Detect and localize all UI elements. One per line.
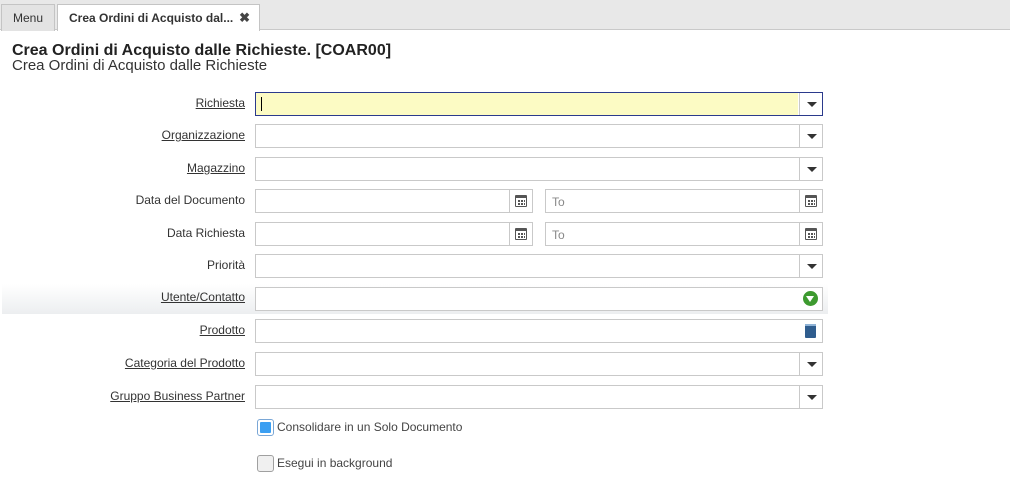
data-documento-to-placeholder: To [552,195,565,209]
data-documento-to-field[interactable]: To [545,189,823,213]
row-categoria-prodotto: Categoria del Prodotto [0,352,830,378]
row-data-richiesta: Data Richiesta To [0,222,830,248]
magazzino-input[interactable] [256,158,799,180]
priorita-dropdown-button[interactable] [799,255,822,277]
utente-contatto-search-button[interactable] [799,288,822,310]
row-magazzino: Magazzino [0,157,830,183]
prodotto-info-button[interactable] [799,320,822,342]
data-documento-to-calendar-button[interactable] [799,190,822,212]
utente-contatto-label[interactable]: Utente/Contatto [161,290,245,304]
categoria-prodotto-label[interactable]: Categoria del Prodotto [125,356,245,370]
tab-active-process[interactable]: Crea Ordini di Acquisto dal... ✖ [57,4,260,31]
priorita-field[interactable] [255,254,823,278]
data-documento-from-field[interactable] [255,189,533,213]
text-caret [261,97,262,111]
richiesta-input[interactable] [256,93,798,115]
calendar-icon [515,195,527,207]
tab-active-label: Crea Ordini di Acquisto dal... [69,11,234,25]
chevron-down-icon [807,395,817,400]
consolidare-checkbox-label[interactable]: Consolidare in un Solo Documento [277,420,462,434]
chevron-down-icon [807,134,817,139]
chevron-down-icon [807,264,817,269]
gruppo-business-partner-dropdown-button[interactable] [799,386,822,408]
gruppo-business-partner-input[interactable] [256,386,799,408]
data-richiesta-to-field[interactable]: To [545,222,823,246]
categoria-prodotto-field[interactable] [255,352,823,376]
chevron-down-icon [807,167,817,172]
row-priorita: Priorità [0,254,830,280]
background-checkbox[interactable] [257,455,274,472]
priorita-label: Priorità [206,258,245,272]
tab-menu-label: Menu [13,11,44,25]
data-richiesta-from-calendar-button[interactable] [509,223,532,245]
calendar-icon [805,195,817,207]
row-organizzazione: Organizzazione [0,124,830,150]
gruppo-business-partner-label[interactable]: Gruppo Business Partner [110,389,245,403]
calendar-icon [805,228,817,240]
tab-menu[interactable]: Menu [1,4,55,31]
organizzazione-dropdown-button[interactable] [799,125,822,147]
data-richiesta-to-calendar-button[interactable] [799,223,822,245]
page-subtitle: Crea Ordini di Acquisto dalle Richieste [12,57,268,74]
magazzino-label[interactable]: Magazzino [187,161,245,175]
calendar-icon [515,228,527,240]
row-utente-contatto: Utente/Contatto [2,284,828,314]
close-icon[interactable]: ✖ [239,5,250,31]
gruppo-business-partner-field[interactable] [255,385,823,409]
prodotto-input[interactable] [256,320,799,342]
chevron-down-icon [807,362,817,367]
search-icon [803,291,818,306]
utente-contatto-field[interactable] [255,287,823,311]
row-prodotto: Prodotto [0,319,830,345]
richiesta-dropdown-button[interactable] [799,93,822,115]
row-gruppo-business-partner: Gruppo Business Partner [0,385,830,411]
data-richiesta-from-field[interactable] [255,222,533,246]
organizzazione-input[interactable] [256,125,799,147]
data-richiesta-to-placeholder: To [552,228,565,242]
organizzazione-field[interactable] [255,124,823,148]
data-documento-label: Data del Documento [135,193,245,207]
data-richiesta-label: Data Richiesta [166,226,245,240]
data-documento-from-calendar-button[interactable] [509,190,532,212]
magazzino-field[interactable] [255,157,823,181]
prodotto-label[interactable]: Prodotto [200,323,245,337]
chevron-down-icon [807,102,817,107]
tab-bar: Menu Crea Ordini di Acquisto dal... ✖ [0,0,1010,31]
richiesta-field[interactable] [255,92,823,116]
prodotto-field[interactable] [255,319,823,343]
priorita-input[interactable] [256,255,799,277]
richiesta-label[interactable]: Richiesta [196,96,245,110]
background-checkbox-label[interactable]: Esegui in background [277,456,392,470]
row-richiesta: Richiesta [0,92,830,118]
utente-contatto-input[interactable] [256,288,799,310]
magazzino-dropdown-button[interactable] [799,158,822,180]
organizzazione-label[interactable]: Organizzazione [162,128,245,142]
product-info-icon [805,324,816,338]
row-data-documento: Data del Documento To [0,189,830,215]
consolidare-checkbox[interactable] [257,419,274,436]
categoria-prodotto-input[interactable] [256,353,799,375]
categoria-prodotto-dropdown-button[interactable] [799,353,822,375]
